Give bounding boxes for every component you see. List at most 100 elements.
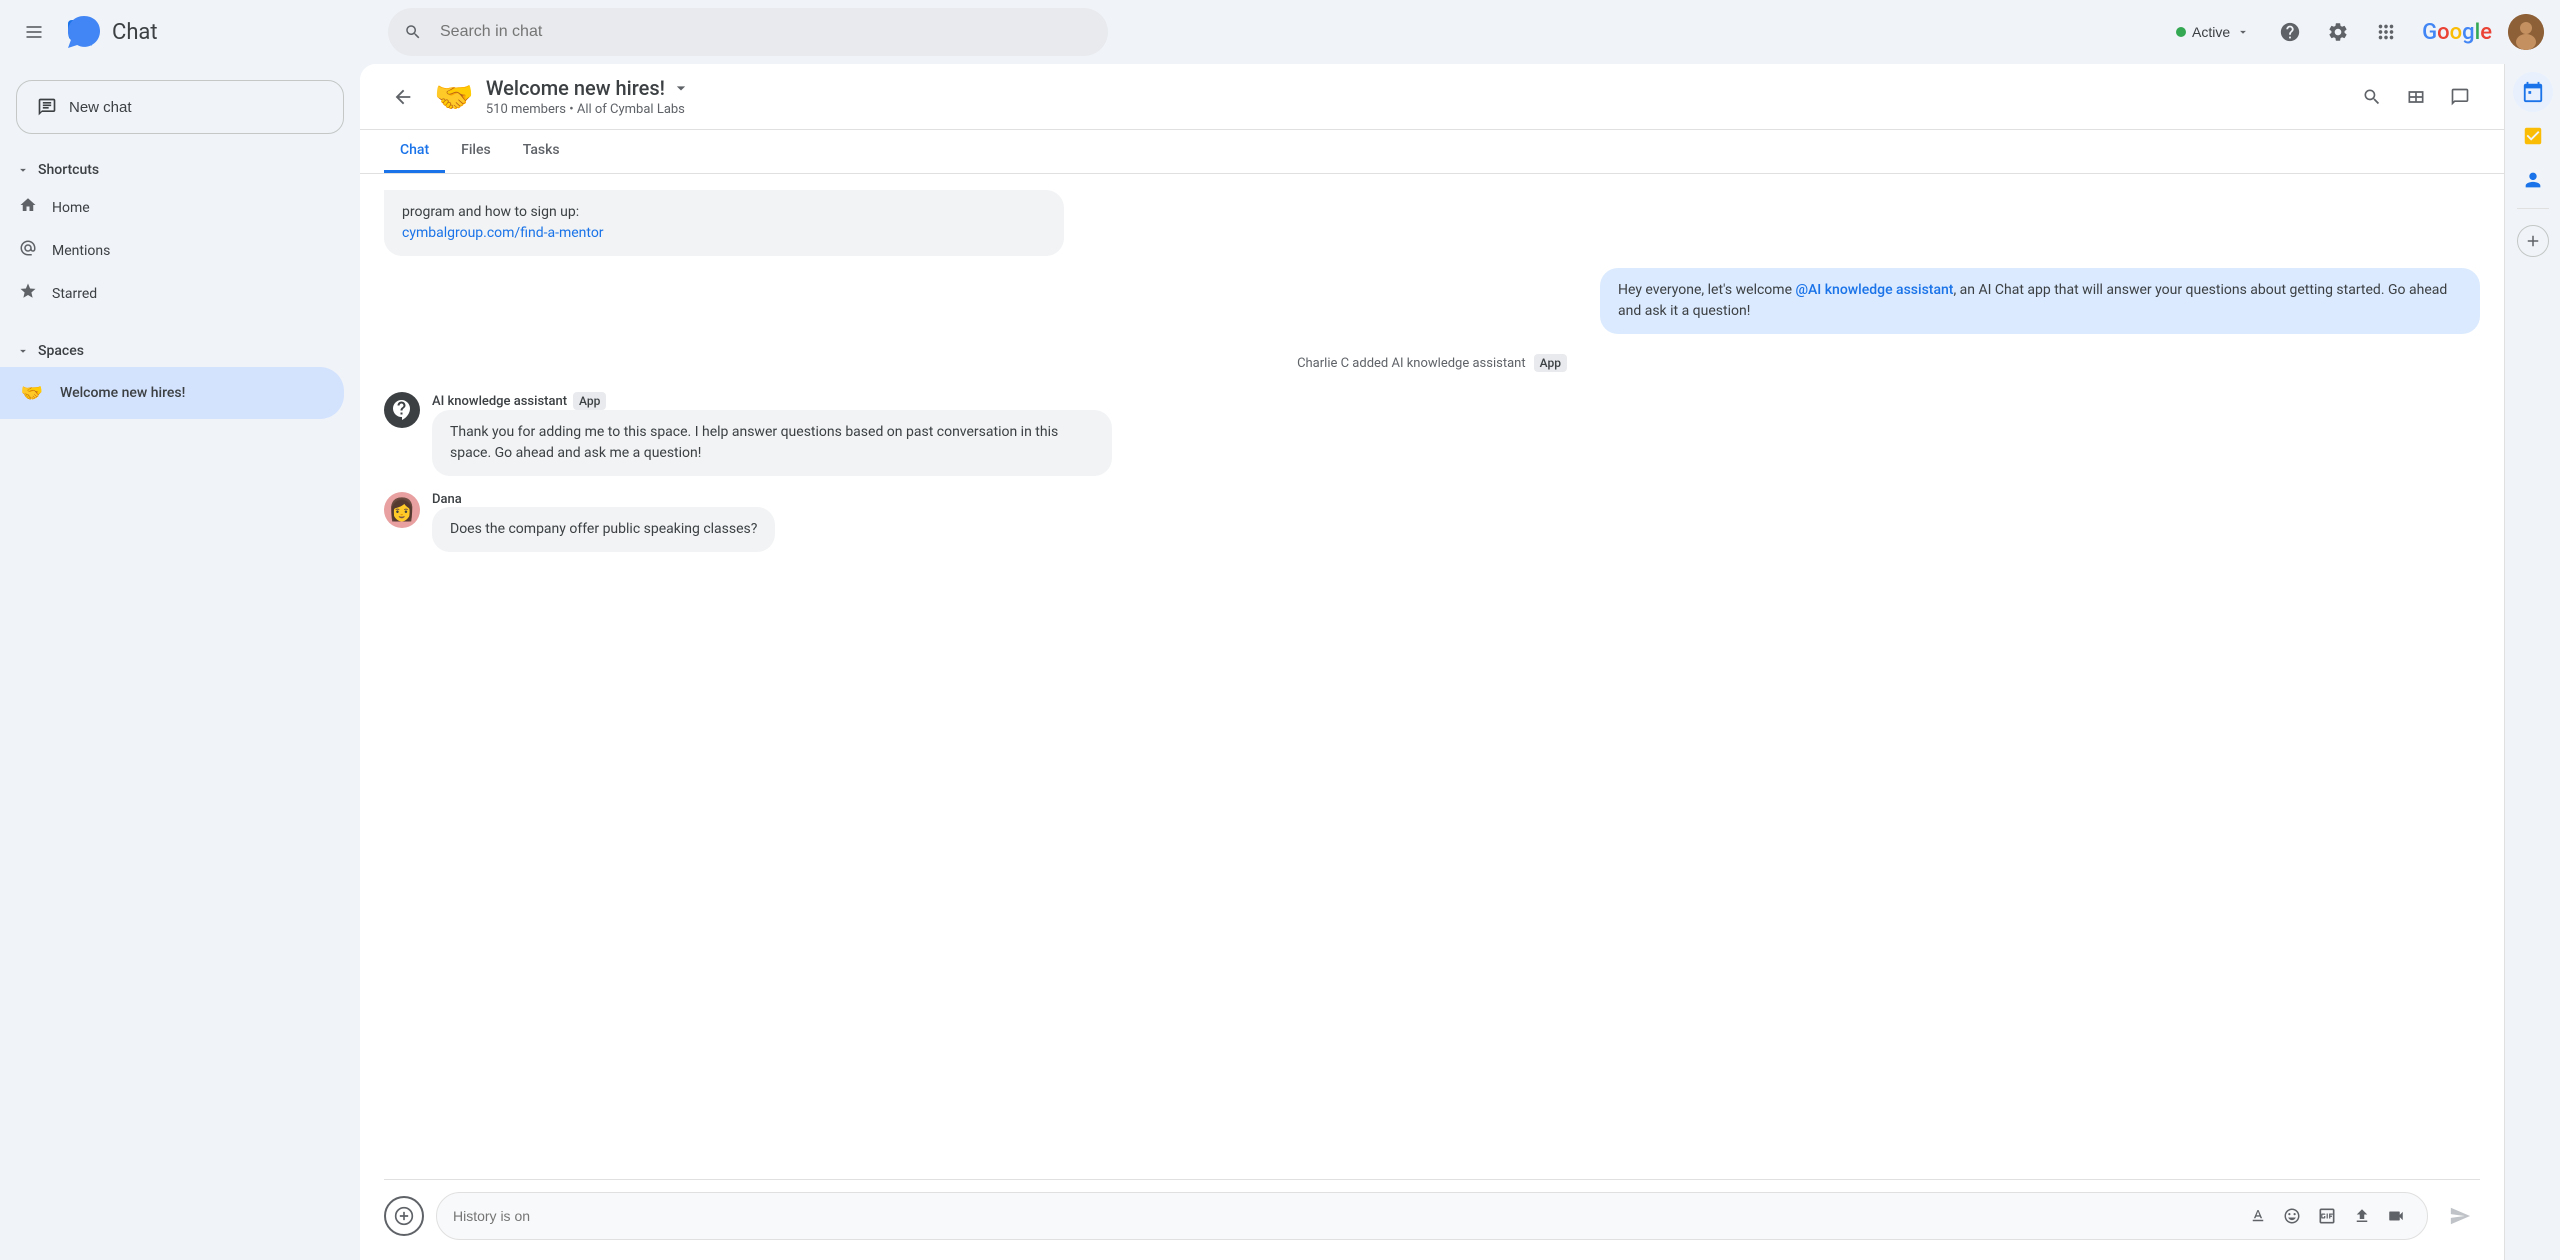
- message-bubble-1: program and how to sign up: cymbalgroup.…: [384, 190, 1064, 256]
- apps-icon: [2375, 21, 2397, 43]
- message-group-1: program and how to sign up: cymbalgroup.…: [384, 190, 2480, 256]
- add-attachment-icon: [394, 1206, 414, 1226]
- help-button[interactable]: [2270, 12, 2310, 52]
- video-call-button[interactable]: [2381, 1201, 2411, 1231]
- back-button[interactable]: [384, 78, 422, 116]
- spaces-section-header[interactable]: Spaces: [0, 335, 344, 367]
- new-chat-label: New chat: [69, 99, 132, 116]
- member-count: 510 members: [486, 102, 566, 117]
- sidebar: New chat Shortcuts Home Mentions: [0, 64, 360, 1260]
- send-icon: [2449, 1205, 2471, 1227]
- status-label: Active: [2192, 24, 2230, 40]
- upload-icon: [2353, 1207, 2371, 1225]
- app-logo: Chat: [64, 12, 158, 52]
- space-name-label: Welcome new hires!: [60, 385, 185, 401]
- message-group-2: Hey everyone, let's welcome @AI knowledg…: [384, 268, 2480, 334]
- rs-add-button[interactable]: [2517, 225, 2549, 257]
- status-chevron-icon: [2236, 25, 2250, 39]
- sidebar-item-starred[interactable]: Starred: [0, 272, 344, 315]
- status-button[interactable]: Active: [2164, 16, 2262, 48]
- space-emoji: 🤝: [16, 377, 48, 409]
- sidebar-item-home[interactable]: Home: [0, 186, 344, 229]
- chat-thread-button[interactable]: [2440, 77, 2480, 117]
- tab-tasks[interactable]: Tasks: [507, 130, 576, 173]
- settings-icon: [2327, 21, 2349, 43]
- ai-app-badge: App: [573, 392, 606, 410]
- emoji-button[interactable]: [2277, 1201, 2307, 1231]
- rs-add-icon: [2524, 232, 2542, 250]
- calendar-icon: [2522, 81, 2544, 103]
- message-group-4: AI knowledge assistant App Thank you for…: [384, 392, 2480, 476]
- shortcuts-section-header[interactable]: Shortcuts: [0, 154, 344, 186]
- rs-calendar-button[interactable]: [2513, 72, 2553, 112]
- status-dot: [2176, 27, 2186, 37]
- dana-avatar: 👩: [384, 492, 420, 528]
- dana-name-text: Dana: [432, 492, 462, 507]
- spaces-label: Spaces: [38, 343, 84, 359]
- panel-icon: [2406, 87, 2426, 107]
- starred-label: Starred: [52, 286, 97, 302]
- help-icon: [2279, 21, 2301, 43]
- chat-title: Welcome new hires!: [486, 76, 2340, 100]
- shortcuts-section: Shortcuts Home Mentions Starred: [0, 150, 360, 319]
- chat-title-dropdown-icon[interactable]: [671, 78, 691, 98]
- settings-button[interactable]: [2318, 12, 2358, 52]
- sidebar-item-mentions[interactable]: Mentions: [0, 229, 344, 272]
- message-text-4: Thank you for adding me to this space. I…: [450, 424, 1058, 461]
- top-bar: Chat Active Google: [0, 0, 2560, 64]
- rs-contacts-button[interactable]: [2513, 160, 2553, 200]
- hamburger-button[interactable]: [16, 14, 52, 50]
- search-bar: [388, 8, 1108, 56]
- format-text-button[interactable]: [2243, 1201, 2273, 1231]
- top-bar-right: Active Google: [2164, 12, 2544, 52]
- search-input[interactable]: [388, 8, 1108, 56]
- format-text-icon: [2249, 1207, 2267, 1225]
- chat-search-icon: [2362, 87, 2382, 107]
- chat-header-info: Welcome new hires! 510 members • All of …: [486, 76, 2340, 117]
- contacts-icon: [2522, 169, 2544, 191]
- right-sidebar: [2504, 64, 2560, 1260]
- chat-search-button[interactable]: [2352, 77, 2392, 117]
- message-text-1: program and how to sign up: cymbalgroup.…: [402, 204, 604, 241]
- message-link-1[interactable]: cymbalgroup.com/find-a-mentor: [402, 225, 604, 241]
- rs-tasks-button[interactable]: [2513, 116, 2553, 156]
- tab-chat[interactable]: Chat: [384, 130, 445, 173]
- messages-area: program and how to sign up: cymbalgroup.…: [360, 174, 2504, 1179]
- panel-button[interactable]: [2396, 77, 2436, 117]
- app-name-label: Chat: [112, 20, 158, 45]
- input-area: [360, 1180, 2504, 1260]
- message-input-wrap: [436, 1192, 2428, 1240]
- message-bubble-5: Does the company offer public speaking c…: [432, 507, 775, 552]
- home-icon: [16, 196, 40, 219]
- ai-avatar: [384, 392, 420, 428]
- message-group-5: 👩 Dana Does the company offer public spe…: [384, 492, 2480, 552]
- user-avatar[interactable]: [2508, 14, 2544, 50]
- avatar-image: [2508, 14, 2544, 50]
- send-button[interactable]: [2440, 1196, 2480, 1236]
- starred-icon: [16, 282, 40, 305]
- app-badge-3: App: [1534, 354, 1567, 372]
- chat-tabs: Chat Files Tasks: [360, 130, 2504, 174]
- upload-button[interactable]: [2347, 1201, 2377, 1231]
- apps-button[interactable]: [2366, 12, 2406, 52]
- dana-message-content: Dana Does the company offer public speak…: [432, 492, 775, 552]
- new-chat-button[interactable]: New chat: [16, 80, 344, 134]
- tab-files[interactable]: Files: [445, 130, 507, 173]
- back-icon: [392, 86, 414, 108]
- chat-header: 🤝 Welcome new hires! 510 members • All o…: [360, 64, 2504, 130]
- ai-sender-name: AI knowledge assistant App: [432, 392, 1112, 410]
- mentions-icon: [16, 239, 40, 262]
- message-text-before-2: Hey everyone, let's welcome: [1618, 282, 1795, 298]
- emoji-icon: [2283, 1207, 2301, 1225]
- home-label: Home: [52, 200, 90, 216]
- search-icon: [404, 23, 422, 41]
- ai-name-text: AI knowledge assistant: [432, 394, 567, 409]
- message-input[interactable]: [453, 1208, 2243, 1224]
- google-wordmark: Google: [2422, 20, 2492, 45]
- sidebar-item-welcome-space[interactable]: 🤝 Welcome new hires!: [0, 367, 344, 419]
- shortcuts-label: Shortcuts: [38, 162, 99, 178]
- add-attachment-button[interactable]: [384, 1196, 424, 1236]
- mentions-label: Mentions: [52, 243, 110, 259]
- gif-button[interactable]: [2311, 1200, 2343, 1232]
- chat-subtitle: 510 members • All of Cymbal Labs: [486, 102, 2340, 117]
